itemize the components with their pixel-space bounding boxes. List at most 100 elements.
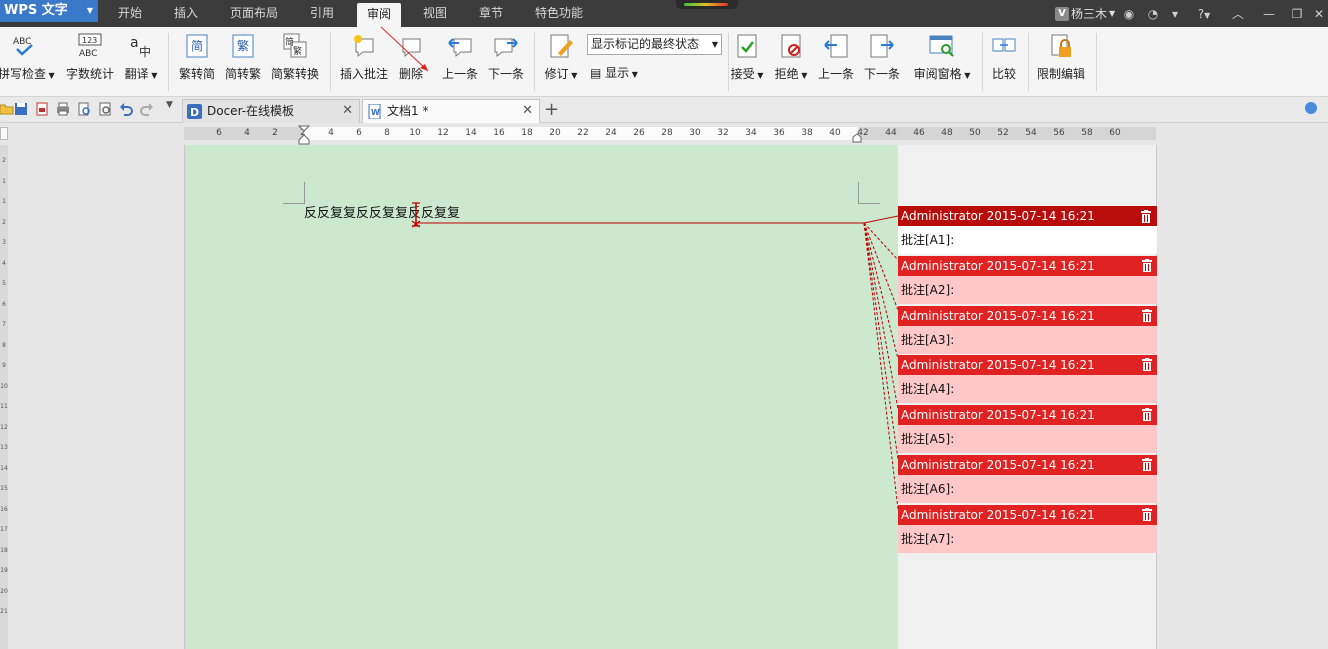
close-tab-icon[interactable]: ✕ bbox=[342, 100, 353, 122]
compare-button[interactable]: 比较 bbox=[986, 33, 1022, 91]
review-pane-button[interactable]: 审阅窗格 ▼ bbox=[910, 33, 974, 91]
ruler-corner[interactable] bbox=[0, 127, 8, 140]
tab-references[interactable]: 引用 bbox=[300, 0, 344, 27]
comment-box[interactable]: Administrator 2015-07-14 16:21 批注[A3]: bbox=[898, 306, 1157, 354]
new-tab-button[interactable]: + bbox=[544, 98, 559, 122]
markup-state-select[interactable]: 显示标记的最终状态 ▼ bbox=[587, 34, 722, 55]
review-pane-icon bbox=[929, 35, 954, 57]
comment-body[interactable]: 批注[A7]: bbox=[898, 525, 1157, 553]
simp-to-trad-button[interactable]: 繁 简转繁 bbox=[222, 33, 264, 91]
prev-change-button[interactable]: 上一条 bbox=[816, 33, 856, 91]
print-icon[interactable] bbox=[56, 102, 70, 116]
comment-box[interactable]: Administrator 2015-07-14 16:21 批注[A5]: bbox=[898, 405, 1157, 453]
trash-icon[interactable] bbox=[1142, 458, 1152, 471]
show-markup-button[interactable]: ▤ 显示 ▼ bbox=[590, 64, 638, 82]
restore-icon[interactable]: ❐ bbox=[1290, 5, 1304, 23]
spellcheck-label: 拼写检查 bbox=[0, 67, 47, 81]
comment-box[interactable]: Administrator 2015-07-14 16:21 批注[A6]: bbox=[898, 455, 1157, 503]
prev-comment-label: 上一条 bbox=[441, 67, 478, 81]
spellcheck-button[interactable]: ABC 拼写检查 ▼ bbox=[0, 33, 55, 91]
open-folder-icon[interactable] bbox=[0, 102, 14, 116]
chevron-down-icon: ▼ bbox=[711, 40, 718, 49]
indent-marker-icon[interactable] bbox=[298, 125, 310, 145]
document-body-text[interactable]: 反反复复反反复复反反复复 bbox=[304, 205, 460, 223]
reject-button[interactable]: 拒绝 ▼ bbox=[772, 33, 810, 91]
insert-comment-button[interactable]: 插入批注 bbox=[338, 33, 390, 91]
trash-icon[interactable] bbox=[1141, 210, 1151, 223]
minimize-icon[interactable]: — bbox=[1262, 5, 1276, 23]
close-tab-icon[interactable]: ✕ bbox=[522, 100, 533, 122]
trash-icon[interactable] bbox=[1142, 259, 1152, 272]
ruler-tick-label: 10 bbox=[409, 128, 421, 138]
skin-icon[interactable]: ◉ bbox=[1122, 5, 1136, 23]
save-icon[interactable] bbox=[14, 102, 28, 116]
ruler-tick-label: 18 bbox=[0, 546, 8, 554]
translate-button[interactable]: a 中 翻译 ▼ bbox=[120, 33, 162, 91]
help-button[interactable]: ?▼ bbox=[1192, 5, 1216, 25]
trash-icon[interactable] bbox=[1142, 358, 1152, 371]
ruler-tick-label: 15 bbox=[0, 485, 8, 492]
svg-text:ABC: ABC bbox=[13, 37, 31, 47]
comment-body[interactable]: 批注[A3]: bbox=[898, 326, 1157, 354]
quick-access-dropdown-icon[interactable]: ▼ bbox=[166, 100, 173, 110]
delete-comment-button[interactable]: 删除 bbox=[394, 33, 428, 91]
collapse-ribbon-icon[interactable]: ︿ bbox=[1230, 5, 1246, 23]
tab-page-layout[interactable]: 页面布局 bbox=[222, 0, 286, 27]
tab-special-features[interactable]: 特色功能 bbox=[527, 0, 591, 27]
trash-icon[interactable] bbox=[1142, 508, 1152, 521]
comment-body[interactable]: 批注[A5]: bbox=[898, 425, 1157, 453]
spellcheck-icon: ABC bbox=[13, 37, 33, 56]
user-account[interactable]: V 杨三木 ▼ bbox=[1055, 5, 1115, 23]
vertical-ruler[interactable]: 2 1 1 2 3 4 5 6 7 8 9 10 11 12 13 14 15 16 17 18 19 20 21 bbox=[0, 145, 8, 649]
redo-icon[interactable] bbox=[140, 102, 154, 116]
next-change-button[interactable]: 下一条 bbox=[862, 33, 902, 91]
undo-icon[interactable] bbox=[119, 102, 133, 116]
crop-mark bbox=[858, 182, 880, 204]
tab-view[interactable]: 视图 bbox=[413, 0, 457, 27]
comment-box[interactable]: Administrator 2015-07-14 16:21 批注[A1]: bbox=[898, 206, 1157, 254]
conversion-button[interactable]: 简 繁 简繁转换 bbox=[268, 33, 322, 91]
ruler-tick-label: 20 bbox=[549, 128, 561, 138]
comment-body[interactable]: 批注[A4]: bbox=[898, 375, 1157, 403]
next-comment-button[interactable]: 下一条 bbox=[486, 33, 526, 91]
accept-button[interactable]: 接受 ▼ bbox=[728, 33, 766, 91]
doc-tab-document1[interactable]: W 文档1 * ✕ bbox=[362, 99, 540, 123]
tab-insert[interactable]: 插入 bbox=[164, 0, 208, 27]
svg-text:中: 中 bbox=[139, 44, 151, 59]
comment-box[interactable]: Administrator 2015-07-14 16:21 批注[A7]: bbox=[898, 505, 1157, 553]
cloud-sync-icon[interactable] bbox=[1305, 102, 1317, 114]
tab-review[interactable]: 审阅 bbox=[357, 3, 401, 27]
insert-comment-label: 插入批注 bbox=[339, 67, 388, 81]
doc-tab-docer[interactable]: D Docer-在线模板 ✕ bbox=[182, 99, 360, 123]
feedback-icon[interactable]: ◔ bbox=[1146, 5, 1160, 23]
app-menu-button[interactable]: WPS 文字 ▼ bbox=[0, 0, 98, 22]
page-preview-icon[interactable] bbox=[98, 102, 112, 116]
restrict-editing-button[interactable]: 限制编辑 bbox=[1034, 33, 1088, 91]
tab-chapter[interactable]: 章节 bbox=[469, 0, 513, 27]
comment-body[interactable]: 批注[A1]: bbox=[898, 226, 1157, 254]
trad-to-simp-label: 繁转简 bbox=[178, 67, 215, 81]
document-page[interactable] bbox=[184, 145, 898, 649]
export-pdf-icon[interactable] bbox=[35, 102, 49, 116]
conversion-icon: 简 繁 bbox=[283, 33, 307, 58]
comment-body[interactable]: 批注[A6]: bbox=[898, 475, 1157, 503]
word-count-button[interactable]: 123 ABC 字数统计 bbox=[64, 33, 116, 91]
comment-box[interactable]: Administrator 2015-07-14 16:21 批注[A4]: bbox=[898, 355, 1157, 403]
comment-box[interactable]: Administrator 2015-07-14 16:21 批注[A2]: bbox=[898, 256, 1157, 304]
ruler-tick-label: 1 bbox=[2, 177, 6, 185]
shirt-icon[interactable]: ▾ bbox=[1168, 5, 1182, 23]
close-icon[interactable]: ✕ bbox=[1312, 5, 1326, 23]
track-changes-button[interactable]: 修订 ▼ bbox=[542, 33, 580, 91]
trash-icon[interactable] bbox=[1142, 309, 1152, 322]
prev-comment-button[interactable]: 上一条 bbox=[440, 33, 480, 91]
comment-body[interactable]: 批注[A2]: bbox=[898, 276, 1157, 304]
translate-label: 翻译 bbox=[124, 67, 149, 81]
lock-icon bbox=[1051, 34, 1071, 57]
trad-to-simp-button[interactable]: 简 繁转简 bbox=[176, 33, 218, 91]
ruler-tick-label: 58 bbox=[1081, 128, 1093, 138]
tab-home[interactable]: 开始 bbox=[108, 0, 152, 27]
status-indicator bbox=[676, 0, 738, 9]
trash-icon[interactable] bbox=[1142, 408, 1152, 421]
print-preview-icon[interactable] bbox=[77, 102, 91, 116]
right-indent-marker-icon[interactable] bbox=[852, 133, 862, 143]
